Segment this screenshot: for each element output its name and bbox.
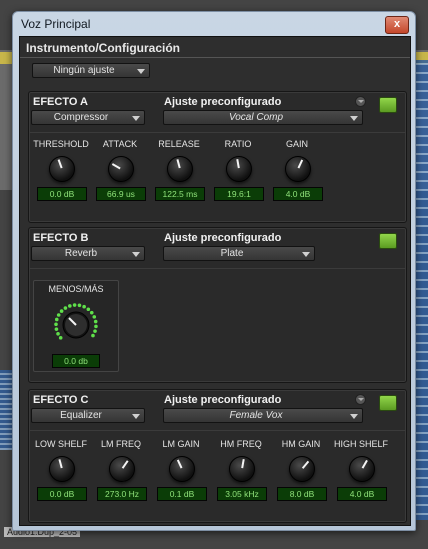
knob-label: HM GAIN	[281, 439, 321, 449]
effect-b-plugin-dropdown[interactable]: Reverb	[31, 246, 145, 261]
rotary-knob[interactable]	[167, 156, 193, 182]
effect-a-plugin-dropdown[interactable]: Compressor	[31, 110, 145, 125]
effect-b-plugin-label: Reverb	[64, 248, 98, 259]
chevron-down-icon	[137, 69, 145, 74]
value-readout: 66.9 us	[96, 187, 146, 201]
chevron-down-icon	[132, 116, 140, 121]
effect-b-enable-toggle[interactable]	[379, 233, 397, 249]
effect-b-preset-label: Ajuste preconfigurado	[164, 232, 282, 244]
divider	[29, 268, 406, 269]
value-readout: 0.0 dB	[37, 487, 87, 501]
reverb-mix-control: MENOS/MÁS 0.0 db	[33, 280, 119, 372]
divider	[20, 57, 410, 58]
effect-a-title: EFECTO A	[33, 96, 89, 108]
effect-c-preset-label: Ajuste preconfigurado	[164, 394, 282, 406]
reverb-mix-readout: 0.0 db	[52, 354, 100, 368]
knob-label: LM GAIN	[162, 439, 200, 449]
knob-label: HM FREQ	[220, 439, 262, 449]
effect-c-plugin-label: Equalizer	[60, 410, 102, 421]
knob-label: LOW SHELF	[34, 439, 87, 449]
divider	[29, 430, 406, 431]
rotary-knob[interactable]	[289, 456, 315, 482]
effect-a-plugin-label: Compressor	[53, 112, 109, 123]
chevron-down-icon	[132, 252, 140, 257]
chevron-down-icon	[350, 414, 358, 419]
effect-b-panel: EFECTO B Ajuste preconfigurado Reverb Pl…	[28, 227, 407, 383]
preset-menu-icon[interactable]	[355, 394, 366, 405]
chevron-down-icon	[302, 252, 310, 257]
value-readout: 4.0 dB	[273, 187, 323, 201]
effect-a-panel: EFECTO A Ajuste preconfigurado Compresso…	[28, 91, 407, 223]
value-readout: 0.1 dB	[157, 487, 207, 501]
effect-a-enable-toggle[interactable]	[379, 97, 397, 113]
value-readout: 273.0 Hz	[97, 487, 147, 501]
rotary-knob[interactable]	[108, 156, 134, 182]
knob-label: GAIN	[285, 139, 308, 149]
rotary-knob[interactable]	[349, 456, 375, 482]
page-title: Instrumento/Configuración	[26, 41, 180, 55]
effect-c-title: EFECTO C	[33, 394, 89, 406]
effect-a-preset-dropdown[interactable]: Vocal Comp	[163, 110, 363, 125]
rotary-knob[interactable]	[49, 156, 75, 182]
window-content: Instrumento/Configuración Ningún ajuste …	[19, 36, 411, 526]
rotary-knob[interactable]	[226, 156, 252, 182]
reverb-mix-label: MENOS/MÁS	[48, 284, 104, 294]
effect-c-enable-toggle[interactable]	[379, 395, 397, 411]
value-readout: 8.0 dB	[277, 487, 327, 501]
rotary-knob[interactable]	[109, 456, 135, 482]
rotary-knob[interactable]	[49, 456, 75, 482]
effect-c-plugin-dropdown[interactable]: Equalizer	[31, 408, 145, 423]
knob-label: ATTACK	[102, 139, 138, 149]
value-readout: 19.6:1	[214, 187, 264, 201]
value-readout: 0.0 dB	[37, 187, 87, 201]
value-readout: 4.0 dB	[337, 487, 387, 501]
knob-label: RATIO	[224, 139, 252, 149]
plugin-window: Voz Principal x Instrumento/Configuració…	[12, 11, 416, 531]
effect-c-preset-dropdown[interactable]: Female Vox	[163, 408, 363, 423]
knob-label: THRESHOLD	[33, 139, 89, 149]
effect-a-preset-value: Vocal Comp	[228, 112, 284, 123]
knob-label: RELEASE	[158, 139, 200, 149]
knob-label: HIGH SHELF	[333, 439, 388, 449]
window-title: Voz Principal	[21, 17, 91, 31]
preset-menu-icon[interactable]	[355, 96, 366, 107]
reverb-mix-knob[interactable]	[46, 297, 106, 349]
effect-c-preset-value: Female Vox	[229, 410, 283, 421]
close-button[interactable]: x	[385, 16, 409, 34]
effect-a-preset-label: Ajuste preconfigurado	[164, 96, 282, 108]
effect-b-title: EFECTO B	[33, 232, 89, 244]
knob-label: LM FREQ	[100, 439, 141, 449]
rotary-knob[interactable]	[285, 156, 311, 182]
effect-c-panel: EFECTO C Ajuste preconfigurado Equalizer…	[28, 389, 407, 523]
preset-dropdown[interactable]: Ningún ajuste	[32, 63, 150, 78]
effect-b-preset-dropdown[interactable]: Plate	[163, 246, 315, 261]
divider	[29, 132, 406, 133]
preset-dropdown-label: Ningún ajuste	[53, 65, 115, 76]
rotary-knob[interactable]	[169, 456, 195, 482]
chevron-down-icon	[350, 116, 358, 121]
value-readout: 122.5 ms	[155, 187, 205, 201]
chevron-down-icon	[132, 414, 140, 419]
effect-b-preset-value: Plate	[220, 248, 244, 259]
value-readout: 3.05 kHz	[217, 487, 267, 501]
rotary-knob[interactable]	[229, 456, 255, 482]
